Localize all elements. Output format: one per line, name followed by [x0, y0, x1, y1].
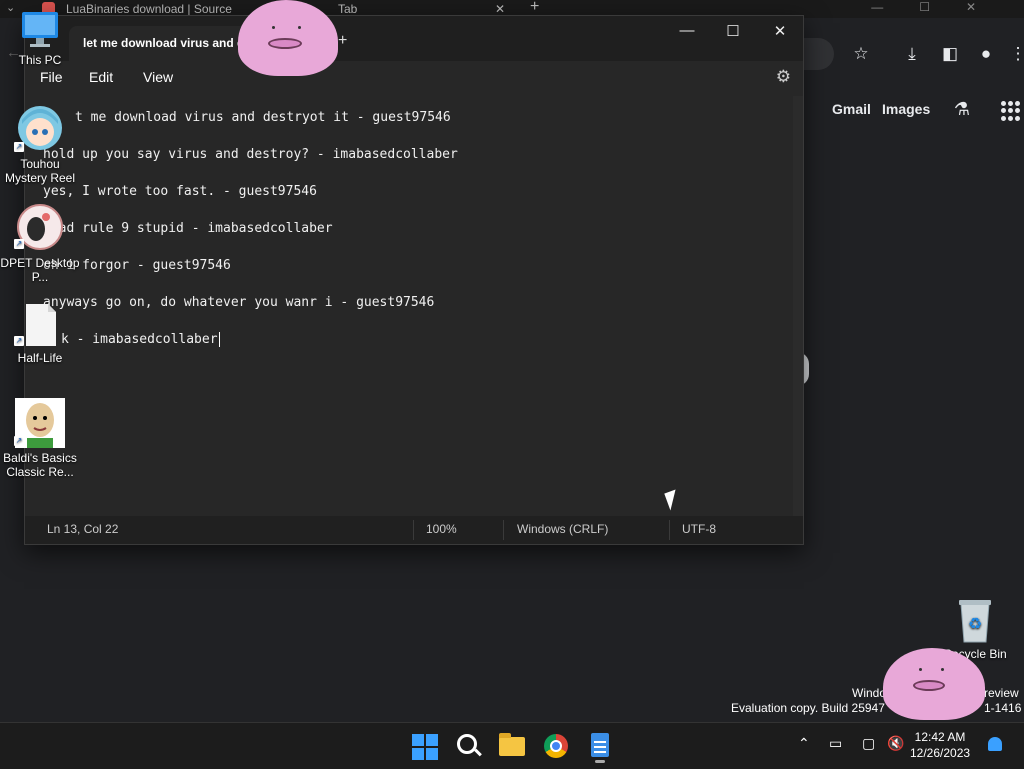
desktop-icon-label: Half-Life — [17, 351, 63, 365]
notepad-icon — [591, 733, 609, 757]
shortcut-arrow-icon: ↗ — [14, 239, 24, 249]
text-line: t me download virus and destryot it - gu… — [75, 110, 451, 125]
search-icon — [457, 734, 477, 754]
status-divider — [413, 520, 414, 540]
menu-file[interactable]: File — [40, 69, 63, 85]
desktop-icon-label: DPET Desktop P... — [0, 256, 80, 284]
ditto-eye — [919, 668, 922, 671]
notepad-taskbar-button[interactable] — [585, 731, 615, 763]
menu-dots-icon[interactable]: ⋮ — [1008, 44, 1024, 64]
recycle-bin-icon: ♻ — [959, 600, 991, 643]
status-bar: Ln 13, Col 22 100% Windows (CRLF) UTF-8 — [25, 516, 803, 544]
notification-bell-icon[interactable] — [988, 737, 1002, 751]
display-icon[interactable]: ▢ — [862, 735, 875, 752]
desktop-icon-this-pc[interactable]: This PC — [0, 10, 80, 67]
watermark-line2-end: 1-1416 — [984, 701, 1022, 715]
blank-file-icon — [26, 304, 56, 346]
volume-muted-icon[interactable]: 🔇 — [887, 735, 904, 752]
clock-date: 12/26/2023 — [910, 746, 971, 760]
text-line-current: k - imabasedcollaber — [61, 332, 220, 347]
desktop-icon-dpet[interactable]: ↗ DPET Desktop P... — [0, 203, 80, 284]
side-panel-icon[interactable]: ◧ — [940, 44, 960, 64]
active-indicator — [595, 760, 605, 763]
file-explorer-button[interactable] — [497, 731, 527, 761]
status-divider — [503, 520, 504, 540]
desktop-icon-label: Touhou Mystery Reel — [4, 157, 75, 185]
monitor-icon — [22, 12, 58, 47]
zoom-level[interactable]: 100% — [426, 522, 457, 536]
ditto-mouth — [913, 680, 945, 691]
file-explorer-icon — [499, 733, 525, 756]
vertical-scrollbar[interactable] — [793, 96, 803, 516]
profile-icon[interactable]: ● — [976, 44, 996, 64]
settings-gear-icon[interactable]: ⚙ — [776, 67, 791, 87]
labs-flask-icon[interactable]: ⚗ — [951, 99, 973, 121]
browser-window-controls[interactable]: —☐✕ — [871, 0, 1012, 14]
omnibox-right-edge[interactable] — [804, 38, 834, 70]
close-button[interactable]: ✕ — [765, 22, 795, 42]
show-hidden-icons-chevron-icon[interactable]: ⌃ — [798, 735, 810, 752]
images-link[interactable]: Images — [882, 101, 930, 117]
text-line: k - imabasedcollaber — [61, 332, 218, 347]
desktop-icon-touhou[interactable]: ↗ Touhou Mystery Reel — [0, 102, 80, 185]
start-button[interactable] — [409, 731, 439, 761]
notepad-titlebar[interactable]: let me download virus and d + — ☐ ✕ — [25, 16, 803, 61]
watermark-line1-start: Windo — [852, 686, 887, 700]
network-icon[interactable]: ▭ — [829, 735, 842, 752]
desktop-icon-baldi[interactable]: ↗ Baldi's Basics Classic Re... — [0, 398, 80, 479]
chrome-button[interactable] — [541, 731, 571, 761]
menu-edit[interactable]: Edit — [89, 69, 113, 85]
ditto-mouth — [268, 38, 302, 49]
text-editor-area[interactable]: t me download virus and destryot it - gu… — [25, 96, 785, 516]
desktop-icon-label: Baldi's Basics Classic Re... — [3, 451, 77, 479]
browser-new-tab-button[interactable]: + — [530, 0, 539, 16]
menu-view[interactable]: View — [143, 69, 173, 85]
shortcut-arrow-icon: ↗ — [14, 436, 24, 446]
gmail-link[interactable]: Gmail — [832, 101, 871, 117]
google-apps-icon[interactable] — [1001, 101, 1021, 121]
ditto-eye — [272, 26, 275, 29]
notepad-window: let me download virus and d + — ☐ ✕ File… — [24, 15, 804, 545]
shortcut-arrow-icon: ↗ — [14, 142, 24, 152]
notepad-tab-title: let me download virus and d — [83, 36, 245, 50]
ditto-sprite[interactable] — [883, 648, 985, 720]
notepad-new-tab-button[interactable]: + — [338, 32, 347, 50]
text-line: anyways go on, do whatever you wanr i - … — [43, 295, 435, 310]
menu-bar: File Edit View ⚙ — [25, 61, 803, 95]
ditto-eye — [941, 668, 944, 671]
watermark-line2: Evaluation copy. Build 25947 — [731, 701, 885, 715]
desktop-icon-label: This PC — [18, 53, 62, 67]
shortcut-arrow-icon: ↗ — [14, 336, 24, 346]
search-button[interactable] — [453, 731, 483, 761]
taskbar: ⌃ ▭ ▢ 🔇 12:42 AM 12/26/2023 — [0, 722, 1024, 769]
encoding[interactable]: UTF-8 — [682, 522, 716, 536]
text-line: hold up you say virus and destroy? - ima… — [43, 147, 458, 162]
clock-time: 12:42 AM — [914, 730, 966, 744]
svg-text:♻: ♻ — [968, 614, 982, 633]
start-icon — [412, 734, 438, 760]
system-clock[interactable]: 12:42 AM 12/26/2023 — [910, 729, 970, 761]
cursor-position: Ln 13, Col 22 — [47, 522, 119, 536]
minimize-button[interactable]: — — [672, 22, 702, 42]
text-line: yes, I wrote too fast. - guest97546 — [43, 184, 317, 199]
desktop-icon-half-life[interactable]: ↗ Half-Life — [0, 300, 80, 365]
line-ending[interactable]: Windows (CRLF) — [517, 522, 608, 536]
download-icon[interactable]: ⤓ — [902, 44, 922, 64]
text-line: read rule 9 stupid - imabasedcollaber — [43, 221, 333, 236]
ditto-eye — [298, 26, 301, 29]
text-caret — [218, 332, 220, 347]
chrome-icon — [544, 734, 568, 758]
maximize-button[interactable]: ☐ — [718, 22, 748, 42]
status-divider — [669, 520, 670, 540]
bookmark-star-icon[interactable]: ☆ — [851, 44, 871, 64]
